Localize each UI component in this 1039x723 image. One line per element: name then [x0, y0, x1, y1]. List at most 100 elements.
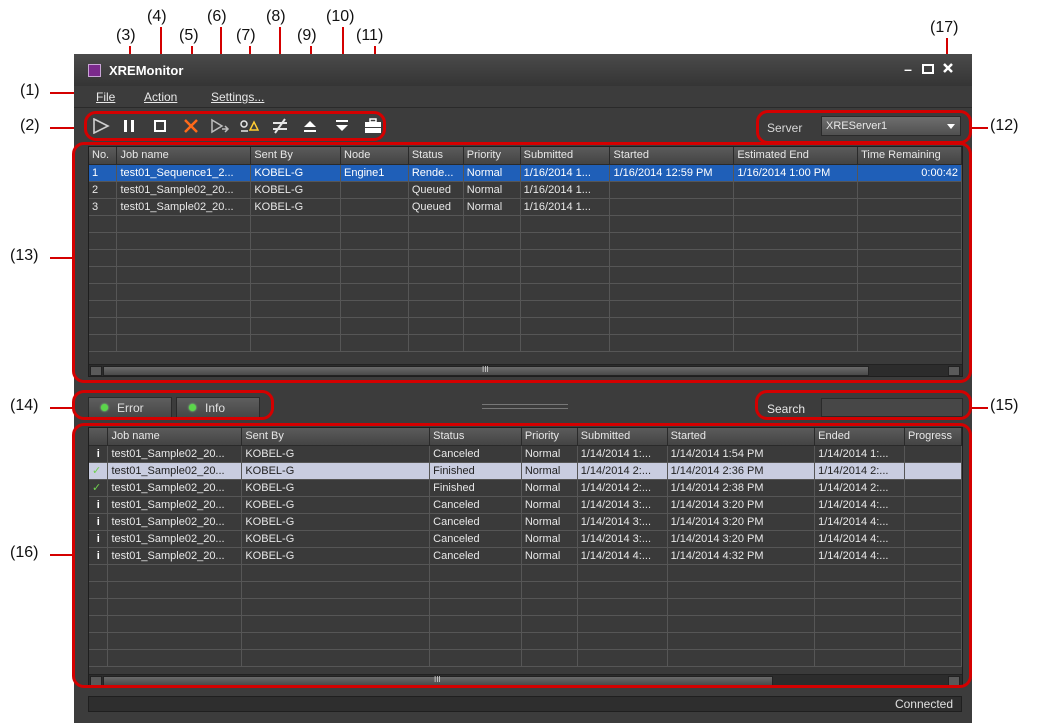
menu-file[interactable]: File [96, 90, 115, 104]
cell-job-name [116, 232, 252, 250]
table-row[interactable]: ✓ test01_Sample02_20... KOBEL-G Finished Nor… [89, 462, 962, 480]
cell-status: Rende... [408, 164, 464, 182]
table-row[interactable]: ✓ test01_Sample02_20... KOBEL-G Finished Nor… [89, 479, 962, 497]
table-row[interactable]: i test01_Sample02_20... KOBEL-G Canceled Nor… [89, 530, 962, 548]
column-header-node[interactable]: Node [340, 147, 409, 165]
column-header-ended[interactable]: Ended [814, 428, 905, 446]
cell-priority: Normal [521, 479, 578, 497]
cell-ended [814, 581, 905, 599]
table-row[interactable] [89, 249, 962, 267]
table-row[interactable]: 3 test01_Sample02_20... KOBEL-G Queued Norma… [89, 198, 962, 216]
cell-priority: Normal [521, 496, 578, 514]
table-row[interactable] [89, 334, 962, 352]
scroll-right-icon[interactable] [948, 366, 960, 376]
table-row[interactable] [89, 649, 962, 667]
table-row[interactable] [89, 598, 962, 616]
job-queue-scrollbar[interactable]: III [89, 364, 962, 376]
column-header-progress[interactable]: Progress [904, 428, 962, 446]
table-row[interactable]: i test01_Sample02_20... KOBEL-G Canceled Nor… [89, 513, 962, 531]
cell-job-name [107, 649, 243, 667]
stop-button[interactable] [149, 115, 171, 137]
column-header-type[interactable] [89, 428, 109, 446]
table-row[interactable] [89, 317, 962, 335]
play-button[interactable] [90, 115, 112, 137]
column-header-status[interactable]: Status [408, 147, 464, 165]
cell-progress [904, 598, 962, 616]
table-row[interactable]: 2 test01_Sample02_20... KOBEL-G Queued Norma… [89, 181, 962, 199]
cell-ended: 1/14/2014 4:... [814, 547, 905, 565]
delete-button[interactable] [180, 115, 202, 137]
toggle-button[interactable] [269, 115, 291, 137]
table-row[interactable]: 1 test01_Sequence1_2... KOBEL-G Engine1 Rend… [89, 164, 962, 182]
column-header-submitted[interactable]: Submitted [577, 428, 668, 446]
cell-estimated-end [733, 283, 859, 301]
cell-no: 1 [89, 164, 118, 182]
panel-splitter[interactable] [482, 404, 568, 409]
tab-info-label: Info [205, 401, 226, 415]
distribute-button[interactable] [238, 115, 260, 137]
table-row[interactable]: i test01_Sample02_20... KOBEL-G Canceled Nor… [89, 445, 962, 463]
scroll-right-icon[interactable] [948, 676, 960, 686]
column-header-time-remaining[interactable]: Time Remaining [857, 147, 962, 165]
cell-no [89, 334, 118, 352]
column-header-submitted[interactable]: Submitted [520, 147, 611, 165]
cell-no [89, 232, 118, 250]
move-up-button[interactable] [299, 115, 321, 137]
close-button[interactable] [940, 62, 956, 76]
column-header-priority[interactable]: Priority [463, 147, 521, 165]
cell-progress [904, 513, 962, 531]
scroll-left-icon[interactable] [90, 366, 102, 376]
cell-node [340, 283, 409, 301]
table-row[interactable] [89, 215, 962, 233]
server-select[interactable]: XREServer1 [821, 116, 961, 136]
cell-started [667, 581, 816, 599]
table-row[interactable] [89, 266, 962, 284]
table-row[interactable] [89, 615, 962, 633]
column-header-sent-by[interactable]: Sent By [241, 428, 431, 446]
cell-no: 3 [89, 198, 118, 216]
cell-submitted: 1/14/2014 3:... [577, 496, 668, 514]
cell-type-icon [89, 649, 109, 667]
cell-started: 1/14/2014 4:32 PM [667, 547, 816, 565]
column-header-no[interactable]: No. [89, 147, 118, 165]
check-icon: ✓ [89, 462, 109, 480]
skip-button[interactable] [209, 115, 231, 137]
column-header-priority[interactable]: Priority [521, 428, 578, 446]
tab-error[interactable]: Error [88, 397, 172, 418]
column-header-started[interactable]: Started [667, 428, 816, 446]
move-down-button[interactable] [331, 115, 353, 137]
callout-line-14 [50, 407, 75, 409]
callout-16: (16) [10, 544, 39, 561]
table-row[interactable] [89, 564, 962, 582]
scroll-thumb[interactable]: III [103, 365, 869, 376]
distribute-icon [240, 120, 259, 132]
column-header-estimated-end[interactable]: Estimated End [733, 147, 859, 165]
tab-info[interactable]: Info [176, 397, 260, 418]
column-header-job-name[interactable]: Job name [107, 428, 243, 446]
menu-settings[interactable]: Settings... [211, 90, 264, 104]
maximize-button[interactable] [920, 62, 936, 76]
table-row[interactable] [89, 300, 962, 318]
pause-button[interactable] [118, 115, 140, 137]
cell-started: 1/14/2014 3:20 PM [667, 530, 816, 548]
search-input[interactable] [821, 398, 963, 417]
column-header-started[interactable]: Started [609, 147, 735, 165]
toolbox-button[interactable] [362, 115, 384, 137]
scroll-left-icon[interactable] [90, 676, 102, 686]
scroll-thumb[interactable]: III [103, 675, 773, 686]
column-header-sent-by[interactable]: Sent By [250, 147, 342, 165]
table-row[interactable] [89, 283, 962, 301]
cell-job-name [116, 300, 252, 318]
column-header-status[interactable]: Status [429, 428, 522, 446]
table-row[interactable] [89, 581, 962, 599]
cell-priority [463, 300, 521, 318]
minimize-button[interactable]: – [900, 62, 916, 76]
job-history-scrollbar[interactable]: III [89, 674, 962, 686]
table-row[interactable] [89, 232, 962, 250]
table-row[interactable] [89, 632, 962, 650]
table-row[interactable]: i test01_Sample02_20... KOBEL-G Canceled Nor… [89, 496, 962, 514]
table-row[interactable]: i test01_Sample02_20... KOBEL-G Canceled Nor… [89, 547, 962, 565]
menu-action[interactable]: Action [144, 90, 177, 104]
column-header-job-name[interactable]: Job name [116, 147, 252, 165]
cell-time-remaining [857, 334, 962, 352]
